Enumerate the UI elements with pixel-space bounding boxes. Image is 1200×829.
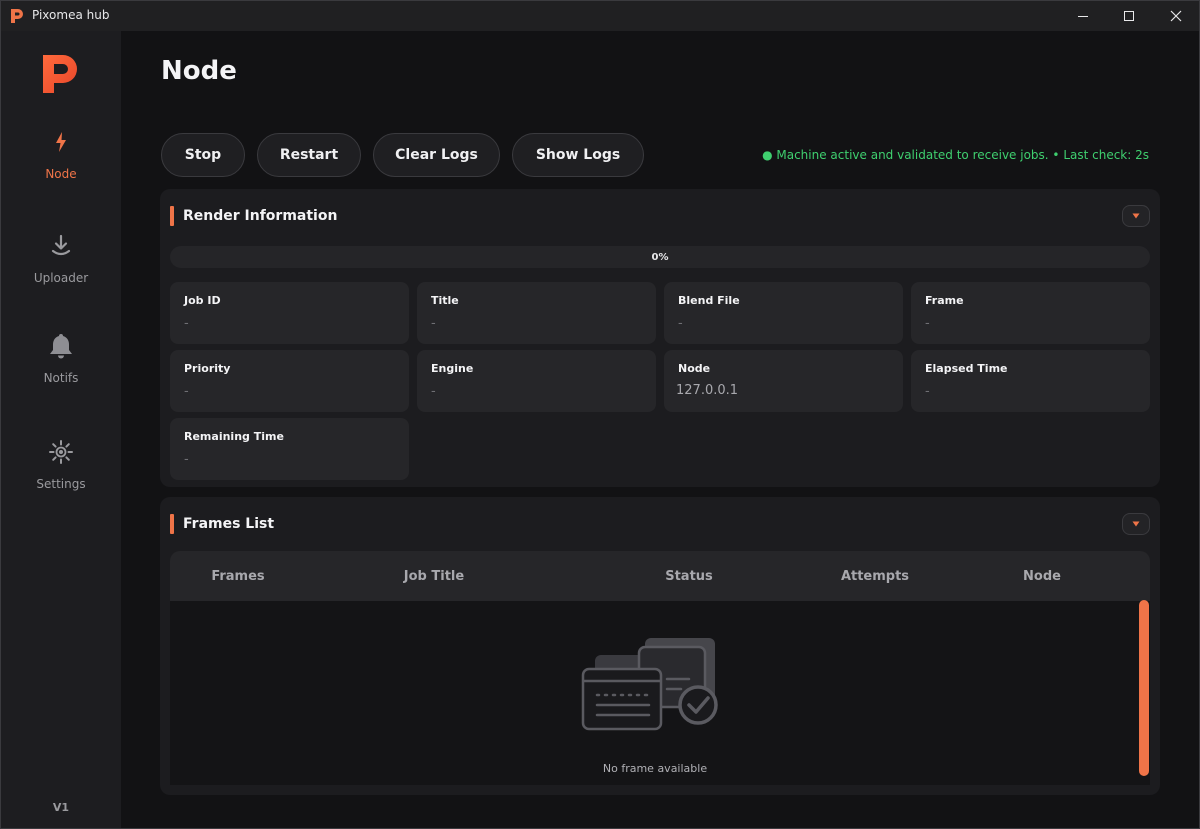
info-label: Job ID xyxy=(184,294,221,307)
app-logo-icon xyxy=(11,9,23,23)
stop-button[interactable]: Stop xyxy=(161,133,245,177)
sidebar-item-label: Uploader xyxy=(33,271,89,285)
maximize-button[interactable] xyxy=(1106,1,1152,31)
progress-label: 0% xyxy=(651,251,669,263)
section-title: Render Information xyxy=(183,208,338,224)
sidebar: Node Uploader Notifs Settings V1 xyxy=(1,31,121,828)
sidebar-item-node[interactable]: Node xyxy=(1,129,121,209)
info-label: Engine xyxy=(431,362,474,375)
info-label: Priority xyxy=(184,362,231,375)
bell-icon xyxy=(50,334,72,359)
info-value: - xyxy=(184,384,189,399)
machine-status-text: ● Machine active and validated to receiv… xyxy=(762,148,1149,162)
info-value: - xyxy=(925,316,930,331)
frames-table-header: Frames Job Title Status Attempts Node xyxy=(170,551,1150,601)
brand-logo-icon xyxy=(43,55,77,93)
empty-state-text: No frame available xyxy=(602,762,708,775)
render-information-panel: Render Information 0% Job ID - Title - B… xyxy=(160,189,1160,487)
frames-list-scrollbar[interactable] xyxy=(1139,600,1149,776)
restart-button[interactable]: Restart xyxy=(257,133,361,177)
render-progress-bar: 0% xyxy=(170,246,1150,268)
column-header-job-title[interactable]: Job Title xyxy=(404,569,464,584)
sidebar-item-label: Notifs xyxy=(43,371,79,385)
info-cell-title: Title - xyxy=(417,282,656,344)
maximize-icon xyxy=(1124,11,1134,21)
section-accent-bar xyxy=(170,514,174,534)
sidebar-item-label: Settings xyxy=(36,477,86,491)
minimize-icon xyxy=(1078,16,1088,17)
info-value: 127.0.0.1 xyxy=(676,383,739,398)
caret-down-icon xyxy=(1132,521,1140,527)
clear-logs-button[interactable]: Clear Logs xyxy=(373,133,500,177)
version-label: V1 xyxy=(52,801,70,814)
column-header-attempts[interactable]: Attempts xyxy=(841,569,909,584)
show-logs-button[interactable]: Show Logs xyxy=(512,133,644,177)
info-value: - xyxy=(184,316,189,331)
info-cell-job-id: Job ID - xyxy=(170,282,409,344)
info-label: Remaining Time xyxy=(184,430,284,443)
info-value: - xyxy=(678,316,683,331)
info-cell-node: Node 127.0.0.1 xyxy=(664,350,903,412)
empty-folder-icon xyxy=(581,638,718,731)
info-value: - xyxy=(431,316,436,331)
download-icon xyxy=(51,234,71,256)
sidebar-item-label: Node xyxy=(45,167,77,181)
info-cell-elapsed-time: Elapsed Time - xyxy=(911,350,1150,412)
gear-icon xyxy=(49,440,73,464)
window-title: Pixomea hub xyxy=(32,8,110,22)
info-label: Frame xyxy=(925,294,964,307)
info-cell-blend-file: Blend File - xyxy=(664,282,903,344)
collapse-button[interactable] xyxy=(1122,205,1150,227)
info-label: Elapsed Time xyxy=(925,362,1008,375)
sidebar-item-notifs[interactable]: Notifs xyxy=(1,331,121,411)
column-header-frames[interactable]: Frames xyxy=(211,569,264,584)
info-cell-priority: Priority - xyxy=(170,350,409,412)
info-label: Blend File xyxy=(678,294,740,307)
caret-down-icon xyxy=(1132,213,1140,219)
minimize-button[interactable] xyxy=(1060,1,1106,31)
close-button[interactable] xyxy=(1153,1,1199,31)
info-value: - xyxy=(925,384,930,399)
close-icon xyxy=(1170,10,1182,22)
title-bar[interactable]: Pixomea hub xyxy=(1,1,1199,31)
column-header-node[interactable]: Node xyxy=(1023,569,1061,584)
info-cell-frame: Frame - xyxy=(911,282,1150,344)
lightning-icon xyxy=(56,132,66,152)
info-label: Title xyxy=(431,294,459,307)
column-header-status[interactable]: Status xyxy=(665,569,713,584)
sidebar-item-settings[interactable]: Settings xyxy=(1,439,121,519)
info-cell-remaining-time: Remaining Time - xyxy=(170,418,409,480)
app-window: Pixomea hub Node Uploader Notifs Setting… xyxy=(0,0,1200,829)
info-cell-engine: Engine - xyxy=(417,350,656,412)
page-title: Node xyxy=(161,56,237,86)
section-title: Frames List xyxy=(183,516,275,532)
info-value: - xyxy=(184,452,189,467)
info-label: Node xyxy=(678,362,711,375)
info-value: - xyxy=(431,384,436,399)
sidebar-item-uploader[interactable]: Uploader xyxy=(1,233,121,313)
collapse-button[interactable] xyxy=(1122,513,1150,535)
section-accent-bar xyxy=(170,206,174,226)
